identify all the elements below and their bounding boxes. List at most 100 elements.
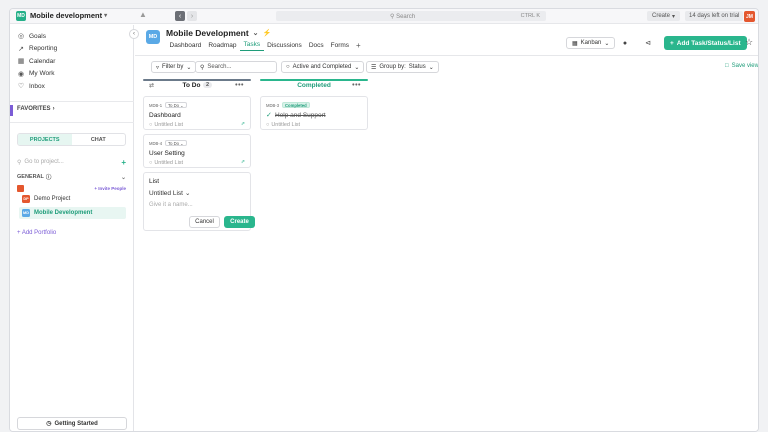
save-view-button[interactable]: □ Save view — [725, 63, 759, 69]
chevron-left-icon: ‹ — [133, 31, 135, 37]
sidebar-item-my-work[interactable]: ◉ My Work — [17, 68, 129, 81]
tab-projects[interactable]: PROJECTS — [18, 134, 72, 145]
sidebar-item-calendar[interactable]: ▦ Calendar — [17, 55, 129, 68]
reporting-icon: ↗ — [18, 45, 24, 53]
favorites-indicator — [10, 105, 13, 116]
add-tab-button[interactable]: + — [353, 39, 365, 51]
task-title[interactable]: User Setting — [149, 150, 185, 157]
task-card[interactable]: MDB-4 To Do ⌄ User Setting ○ Untitled Lis… — [143, 134, 251, 168]
automation-icon[interactable]: ⚡ — [263, 29, 272, 37]
workspace-name: Mobile development — [30, 11, 103, 20]
tab-dashboard[interactable]: Dashboard — [166, 39, 205, 51]
task-card[interactable]: MDB-1 To Do ⌄ Dashboard ○ Untitled List ⇗ — [143, 96, 251, 130]
task-search-input[interactable]: ⚲ Search... — [195, 61, 277, 73]
column-header-todo[interactable]: ⇄ To Do 2 ••• — [143, 79, 251, 91]
add-portfolio-link[interactable]: + Add Portfolio — [17, 230, 56, 236]
tab-chat[interactable]: CHAT — [72, 134, 126, 145]
sidebar-project-demo[interactable]: DP Demo Project — [19, 193, 126, 205]
tab-discussions[interactable]: Discussions — [264, 39, 306, 51]
invite-people-link[interactable]: + Invite People — [94, 186, 126, 191]
getting-started-label: Getting Started — [54, 420, 98, 427]
goals-icon: ◎ — [17, 33, 25, 41]
avatar[interactable]: JM — [744, 11, 755, 22]
task-list-name: Untitled List — [154, 122, 184, 128]
calendar-icon: ▦ — [17, 58, 25, 66]
chevron-down-icon[interactable]: ⌄ — [253, 29, 259, 37]
status-badge[interactable]: To Do ⌄ — [165, 140, 187, 146]
search-icon: ⚲ — [17, 159, 22, 166]
sidebar-project-mobile-development[interactable]: MD Mobile Development — [19, 207, 126, 219]
create-button[interactable]: Create — [224, 216, 255, 228]
divider — [135, 55, 758, 56]
subtask-icon[interactable]: ⇗ — [241, 159, 245, 165]
status-badge[interactable]: Completed — [282, 102, 310, 108]
task-list: ○ Untitled List — [149, 122, 183, 128]
task-code: MDB-1 — [149, 102, 163, 108]
workspace-switcher[interactable]: Mobile development ▾ — [30, 11, 107, 20]
cancel-button[interactable]: Cancel — [189, 216, 220, 228]
tab-tasks[interactable]: Tasks — [240, 39, 264, 51]
status-badge[interactable]: To Do ⌄ — [165, 102, 187, 108]
trial-badge[interactable]: 14 days left on trial — [685, 11, 744, 21]
workspace-logo[interactable]: MD — [16, 11, 26, 21]
getting-started-button[interactable]: ◷ Getting Started — [17, 417, 127, 430]
column-header-completed[interactable]: Completed ••• — [260, 79, 368, 91]
sidebar-item-label: Goals — [29, 32, 46, 40]
add-task-label: Add Task/Status/List — [676, 39, 741, 47]
settings-icon[interactable]: ● — [619, 37, 631, 49]
list-name-input[interactable]: Give it a name... — [149, 202, 193, 208]
share-icon[interactable]: ⊲ — [642, 37, 654, 49]
app-window: MD Mobile development ▾ ▲ ‹ › ⚲ Search C… — [9, 8, 759, 432]
favorites-label: FAVORITES — [17, 106, 51, 112]
sidebar-item-inbox[interactable]: ♡ Inbox — [17, 80, 129, 93]
sidebar-item-label: My Work — [29, 70, 55, 78]
more-icon[interactable]: ••• — [235, 82, 244, 89]
task-meta: MDB-1 To Do ⌄ — [149, 102, 187, 108]
list-select-value: Untitled List — [149, 189, 183, 197]
add-task-button[interactable]: + Add Task/Status/List — [664, 36, 747, 50]
task-title[interactable]: Help and Support — [275, 112, 326, 119]
view-switcher[interactable]: ▦ Kanban ⌄ — [566, 37, 616, 49]
add-project-icon[interactable]: + — [121, 158, 126, 167]
project-name: Demo Project — [34, 196, 71, 202]
chevron-down-icon: ⌄ — [120, 174, 126, 181]
status-filter-dropdown[interactable]: ○ Active and Completed ⌄ — [281, 61, 365, 73]
chevron-down-icon: ⌄ — [180, 102, 184, 108]
task-card[interactable]: MDB-3 Completed ✓ Help and Support ○ Unti… — [260, 96, 368, 130]
chevron-down-icon: ⌄ — [428, 64, 434, 71]
layers-icon: ☰ — [371, 64, 377, 71]
global-search[interactable]: ⚲ Search CTRL K — [276, 11, 546, 21]
tab-roadmap[interactable]: Roadmap — [205, 39, 240, 51]
sidebar-item-goals[interactable]: ◎ Goals — [17, 30, 129, 43]
tab-docs[interactable]: Docs — [305, 39, 327, 51]
sidebar-segment: PROJECTS CHAT — [17, 133, 126, 146]
circle-icon: ○ — [286, 64, 290, 70]
tab-forms[interactable]: Forms — [327, 39, 352, 51]
project-title[interactable]: Mobile Development ⌄ ⚡ — [166, 28, 271, 38]
filter-label: Filter by — [162, 64, 184, 70]
favorites-toggle[interactable]: FAVORITES › — [17, 106, 55, 112]
back-button[interactable]: ‹ — [175, 11, 185, 21]
group-by-dropdown[interactable]: ☰ Group by: Status ⌄ — [366, 61, 439, 73]
bell-icon[interactable]: ▲ — [139, 10, 147, 19]
subtask-icon[interactable]: ⇗ — [241, 121, 245, 127]
list-select[interactable]: Untitled List ⌄ — [149, 189, 190, 198]
sidebar: ◎ Goals ↗ Reporting ▦ Calendar ◉ My Work ♡ In… — [10, 25, 134, 431]
general-section-header[interactable]: GENERAL ⓘ ⌄ — [17, 173, 126, 181]
collapse-column-icon[interactable]: ⇄ — [149, 82, 154, 89]
star-icon[interactable]: ☆ — [745, 37, 753, 48]
task-code: MDB-3 — [266, 102, 280, 108]
divider — [10, 101, 134, 102]
project-search-input[interactable]: Go to project... — [24, 159, 63, 165]
check-icon[interactable]: ✓ — [266, 111, 272, 119]
search-icon: ⚲ — [200, 64, 205, 71]
project-search[interactable]: ⚲ Go to project... + — [17, 157, 126, 167]
collapse-sidebar-button[interactable]: ‹ — [129, 29, 139, 39]
save-view-label: Save view — [731, 63, 759, 69]
forward-button[interactable]: › — [187, 11, 197, 21]
more-icon[interactable]: ••• — [352, 82, 361, 89]
task-title[interactable]: Dashboard — [149, 112, 181, 119]
create-button[interactable]: Create ▾ — [647, 11, 681, 21]
sidebar-item-reporting[interactable]: ↗ Reporting — [17, 43, 129, 56]
filter-button[interactable]: ▿ Filter by ⌄ — [151, 61, 197, 73]
